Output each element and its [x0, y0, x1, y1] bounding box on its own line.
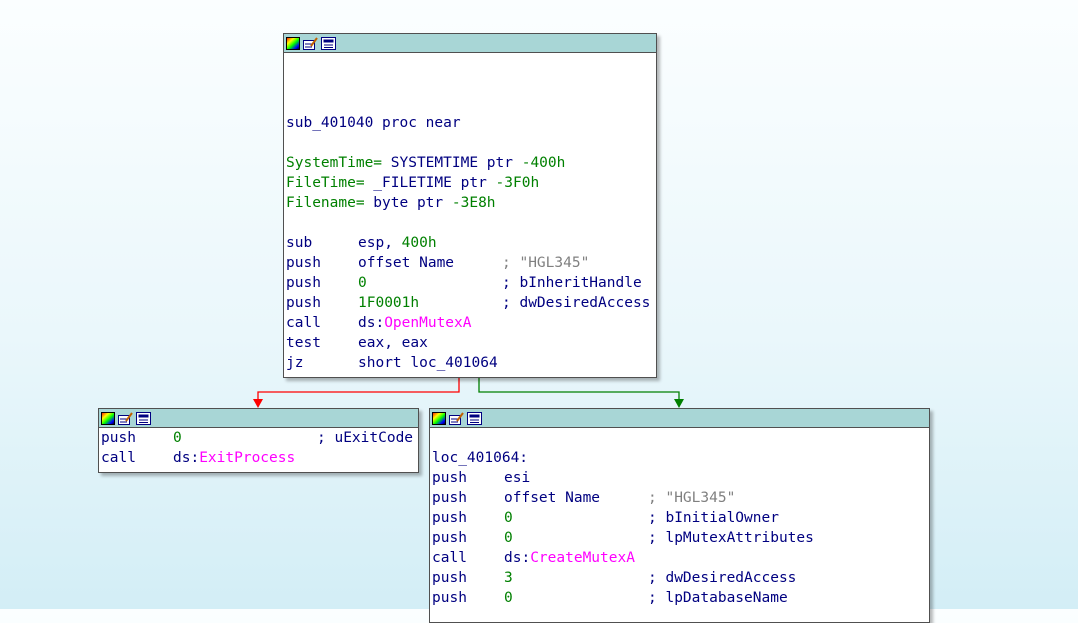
group-nodes-icon[interactable]: [467, 411, 482, 425]
instruction-row[interactable]: push 0; bInitialOwner: [432, 508, 929, 528]
node-titlebar: [99, 409, 418, 428]
graph-node-sub-401040[interactable]: sub_401040 proc near SystemTime= SYSTEMT…: [283, 33, 657, 378]
node-titlebar: [430, 409, 929, 428]
instruction-row[interactable]: call ds:OpenMutexA: [286, 313, 656, 333]
node-titlebar: [284, 34, 656, 53]
color-palette-icon[interactable]: [285, 36, 300, 50]
color-palette-icon[interactable]: [431, 411, 446, 425]
instruction-row[interactable]: call ds:CreateMutexA: [432, 548, 929, 568]
instruction-row[interactable]: push 1F0001h; dwDesiredAccess: [286, 293, 656, 313]
group-nodes-icon[interactable]: [321, 36, 336, 50]
node-disassembly: push 0; uExitCode call ds:ExitProcess: [99, 428, 418, 468]
rename-node-icon[interactable]: [303, 36, 318, 50]
stack-var-filename[interactable]: Filename= byte ptr -3E8h: [286, 193, 656, 213]
rename-node-icon[interactable]: [449, 411, 464, 425]
instruction-row[interactable]: push esi: [432, 468, 929, 488]
instruction-row[interactable]: sub esp, 400h: [286, 233, 656, 253]
instruction-row[interactable]: push 3; dwDesiredAccess: [432, 568, 929, 588]
instruction-row[interactable]: push 0; lpDatabaseName: [432, 588, 929, 608]
graph-node-exit-process[interactable]: push 0; uExitCode call ds:ExitProcess: [98, 408, 419, 473]
location-label[interactable]: loc_401064:: [432, 448, 929, 468]
edge-false-branch: [257, 378, 460, 402]
graph-node-loc-401064[interactable]: loc_401064: push esi push offset Name; "HG…: [429, 408, 930, 623]
edge-false-arrowhead: [253, 399, 263, 408]
rename-node-icon[interactable]: [118, 411, 133, 425]
node-disassembly: loc_401064: push esi push offset Name; "HG…: [430, 428, 929, 608]
color-palette-icon[interactable]: [100, 411, 115, 425]
stack-var-systemtime[interactable]: SystemTime= SYSTEMTIME ptr -400h: [286, 153, 656, 173]
proc-header[interactable]: sub_401040 proc near: [286, 113, 656, 133]
node-disassembly: sub_401040 proc near SystemTime= SYSTEMT…: [284, 53, 656, 373]
edge-true-arrowhead: [674, 399, 684, 408]
stack-var-filetime[interactable]: FileTime= _FILETIME ptr -3F0h: [286, 173, 656, 193]
instruction-row[interactable]: push 0; uExitCode: [101, 428, 418, 448]
instruction-row[interactable]: push offset Name; "HGL345": [432, 488, 929, 508]
instruction-row[interactable]: push offset Name; "HGL345": [286, 253, 656, 273]
instruction-row[interactable]: call ds:ExitProcess: [101, 448, 418, 468]
instruction-row[interactable]: push 0; bInheritHandle: [286, 273, 656, 293]
edge-true-branch: [478, 378, 680, 402]
instruction-row[interactable]: test eax, eax: [286, 333, 656, 353]
instruction-row[interactable]: jz short loc_401064: [286, 353, 656, 373]
instruction-row[interactable]: push 0; lpMutexAttributes: [432, 528, 929, 548]
group-nodes-icon[interactable]: [136, 411, 151, 425]
